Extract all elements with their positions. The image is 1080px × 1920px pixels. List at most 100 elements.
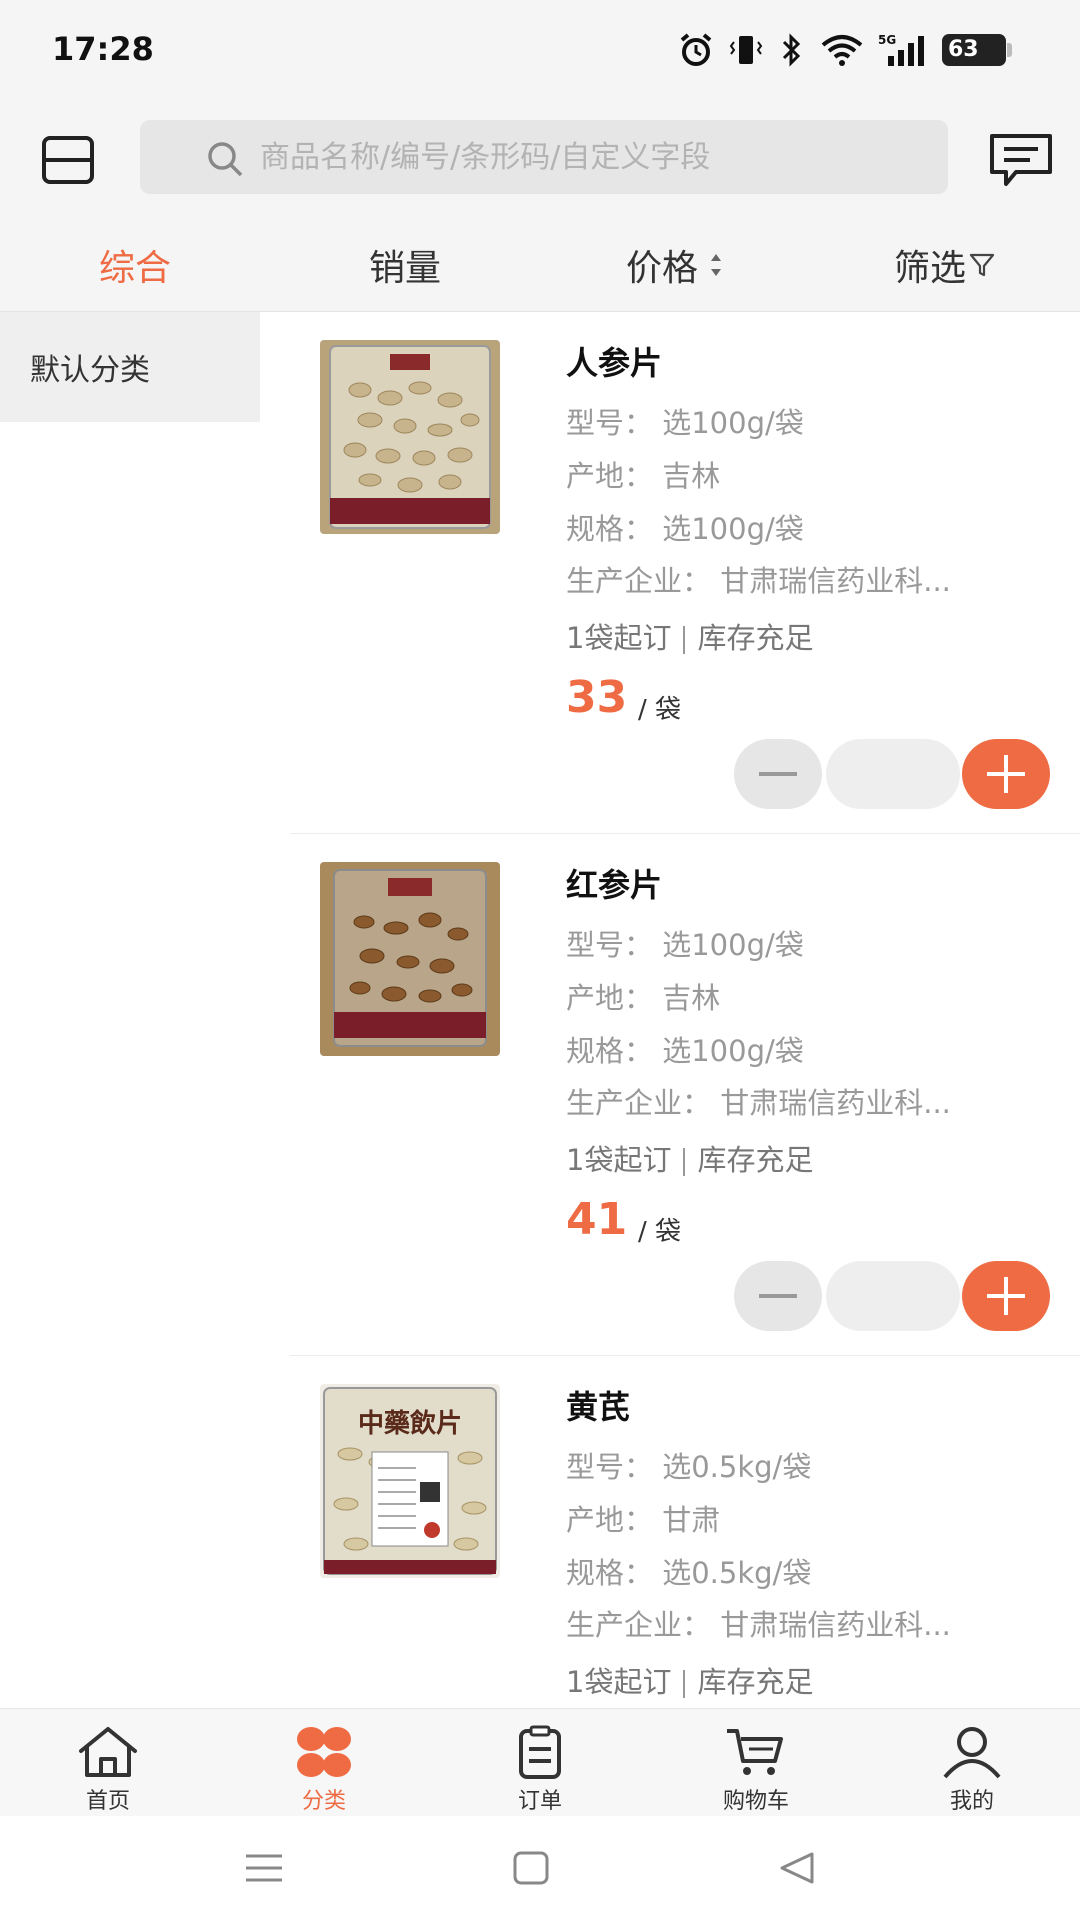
nav-item-me[interactable]: 我的 (864, 1709, 1080, 1816)
nav-label: 分类 (301, 1789, 346, 1814)
sort-tab-label: 综合 (98, 247, 171, 289)
product-name[interactable]: 黄芪 (566, 1382, 630, 1428)
home-icon (79, 1727, 137, 1777)
minus-icon (759, 1294, 797, 1298)
maker-label: 生产企业： (566, 1086, 712, 1120)
maker-label: 生产企业： (566, 564, 712, 598)
plus-icon (987, 755, 1025, 793)
product-name[interactable]: 人参片 (566, 338, 662, 384)
nav-item-home[interactable]: 首页 (0, 1709, 216, 1816)
maker-value: 甘肃瑞信药业科... (720, 564, 951, 598)
model-value: 选100g/袋 (662, 406, 804, 440)
price-unit: / 袋 (638, 695, 682, 725)
stock-text: 库存充足 (697, 621, 814, 655)
category-item-default[interactable]: 默认分类 (0, 312, 260, 422)
nav-label: 我的 (949, 1789, 994, 1814)
menu-icon[interactable] (244, 1850, 284, 1886)
product-price: 33 (566, 672, 628, 723)
moq-text: 1袋起订 (566, 1143, 672, 1177)
sort-tab-price[interactable]: 价格 (540, 218, 810, 311)
home-square-icon[interactable] (512, 1850, 550, 1886)
spec-value: 选100g/袋 (662, 512, 804, 546)
divider (683, 1670, 686, 1698)
nav-item-cart[interactable]: 购物车 (648, 1709, 864, 1816)
nav-item-orders[interactable]: 订单 (432, 1709, 648, 1816)
header (0, 100, 1080, 218)
origin-label: 产地： (566, 459, 654, 493)
divider (683, 1148, 686, 1176)
product-price: 41 (566, 1194, 628, 1245)
quantity-input[interactable] (826, 1261, 960, 1331)
decrease-quantity-button[interactable] (734, 739, 822, 809)
product-maker: 生产企业： 甘肃瑞信药业科... (566, 558, 951, 600)
model-value: 选0.5kg/袋 (662, 1450, 812, 1484)
sort-bar: 综合 销量 价格 筛选 (0, 218, 1080, 312)
moq-text: 1袋起订 (566, 621, 672, 655)
user-icon (943, 1727, 1001, 1779)
sort-tab-sales[interactable]: 销量 (270, 218, 540, 311)
cart-icon (727, 1729, 783, 1775)
origin-label: 产地： (566, 1503, 654, 1537)
back-icon[interactable] (778, 1850, 816, 1886)
model-value: 选100g/袋 (662, 928, 804, 962)
product-origin: 产地： 甘肃 (566, 1497, 720, 1539)
plus-icon (987, 1277, 1025, 1315)
maker-value: 甘肃瑞信药业科... (720, 1608, 951, 1642)
stock-text: 库存充足 (697, 1143, 814, 1177)
product-moq-stock: 1袋起订 库存充足 (566, 1137, 813, 1179)
sort-tab-comprehensive[interactable]: 综合 (0, 218, 270, 311)
product-spec: 规格： 选100g/袋 (566, 1028, 804, 1070)
product-image[interactable] (320, 340, 500, 534)
model-label: 型号： (566, 406, 654, 440)
nav-label: 订单 (517, 1789, 562, 1814)
quantity-input[interactable] (826, 739, 960, 809)
minus-icon (759, 772, 797, 776)
bottom-nav: 首页 分类 订单 购物车 我的 (0, 1708, 1080, 1816)
category-icon (297, 1727, 351, 1777)
price-unit: / 袋 (638, 1217, 682, 1247)
spec-value: 选0.5kg/袋 (662, 1556, 812, 1590)
product-maker: 生产企业： 甘肃瑞信药业科... (566, 1080, 951, 1122)
battery-indicator: 63 (942, 34, 1012, 66)
sort-tab-label: 销量 (368, 247, 441, 289)
spec-label: 规格： (566, 512, 654, 546)
message-icon[interactable] (986, 130, 1056, 190)
system-navigation-bar (0, 1816, 1080, 1920)
increase-quantity-button[interactable] (962, 1261, 1050, 1331)
product-moq-stock: 1袋起订 库存充足 (566, 1659, 813, 1701)
product-origin: 产地： 吉林 (566, 975, 720, 1017)
decrease-quantity-button[interactable] (734, 1261, 822, 1331)
search-input[interactable] (260, 139, 860, 175)
nav-label: 购物车 (722, 1789, 789, 1814)
product-maker: 生产企业： 甘肃瑞信药业科... (566, 1602, 951, 1644)
bluetooth-icon (782, 33, 801, 67)
signal-5g-icon: 5G (878, 33, 924, 66)
increase-quantity-button[interactable] (962, 739, 1050, 809)
scan-icon[interactable] (38, 130, 98, 190)
moq-text: 1袋起订 (566, 1665, 672, 1699)
spec-label: 规格： (566, 1556, 654, 1590)
product-name[interactable]: 红参片 (566, 860, 662, 906)
search-icon (208, 142, 243, 177)
status-time: 17:28 (52, 30, 154, 68)
product-card[interactable]: 人参片 型号： 选100g/袋 产地： 吉林 规格： 选100g/袋 生产企业：… (290, 312, 1080, 834)
spec-value: 选100g/袋 (662, 1034, 804, 1068)
product-card[interactable]: 中藥飲片 黄芪 型号： 选0.5kg/袋 产地： 甘肃 规格： 选0.5kg/袋… (290, 1356, 1080, 1708)
vibrate-icon (729, 36, 763, 64)
category-label: 默认分类 (30, 353, 150, 388)
nav-item-category[interactable]: 分类 (216, 1709, 432, 1816)
product-image[interactable] (320, 862, 500, 1056)
wifi-icon (821, 35, 863, 66)
sort-tab-filter[interactable]: 筛选 (810, 218, 1080, 311)
search-box[interactable] (140, 120, 948, 194)
product-image[interactable]: 中藥飲片 (320, 1384, 500, 1578)
product-card[interactable]: 红参片 型号： 选100g/袋 产地： 吉林 规格： 选100g/袋 生产企业：… (290, 834, 1080, 1356)
model-label: 型号： (566, 928, 654, 962)
origin-value: 吉林 (662, 981, 721, 1015)
product-spec: 规格： 选0.5kg/袋 (566, 1550, 811, 1592)
maker-value: 甘肃瑞信药业科... (720, 1086, 951, 1120)
sort-tab-label: 筛选 (893, 247, 966, 289)
product-model: 型号： 选0.5kg/袋 (566, 1444, 811, 1486)
product-spec: 规格： 选100g/袋 (566, 506, 804, 548)
origin-value: 甘肃 (662, 1503, 721, 1537)
